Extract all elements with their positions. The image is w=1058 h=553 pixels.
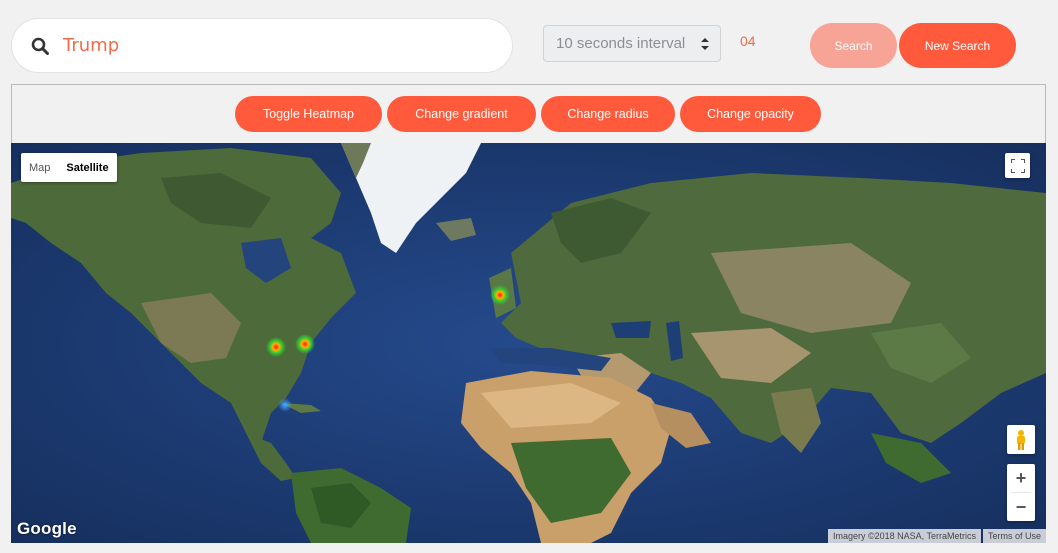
imagery-credit: Imagery ©2018 NASA, TerraMetrics: [827, 529, 981, 543]
map-type-satellite-button[interactable]: Satellite: [58, 153, 116, 182]
zoom-out-button[interactable]: −: [1007, 493, 1035, 521]
map-type-map-button[interactable]: Map: [21, 153, 58, 182]
satellite-imagery: [11, 143, 1046, 543]
street-view-pegman[interactable]: [1007, 425, 1035, 454]
countdown-counter: 04: [740, 33, 756, 49]
interval-select-value: 10 seconds interval: [556, 35, 686, 52]
search-input[interactable]: [63, 30, 463, 61]
change-opacity-button[interactable]: Change opacity: [680, 96, 821, 132]
search-box[interactable]: [11, 18, 513, 73]
heat-point-uk: [490, 285, 510, 305]
pegman-icon: [1017, 429, 1025, 450]
fullscreen-button[interactable]: [1005, 153, 1030, 178]
zoom-control: + −: [1007, 464, 1035, 521]
toggle-heatmap-button[interactable]: Toggle Heatmap: [235, 96, 382, 132]
search-icon: [31, 37, 49, 55]
heat-point-us-east: [295, 334, 315, 354]
google-logo: Google: [17, 519, 77, 538]
world-map[interactable]: Map Satellite + − Google Imagery ©2018 N…: [11, 143, 1046, 543]
map-type-control: Map Satellite: [21, 153, 117, 182]
select-caret-icon: [701, 38, 709, 50]
new-search-button[interactable]: New Search: [899, 23, 1016, 68]
heatmap-toolbar: Toggle Heatmap Change gradient Change ra…: [11, 84, 1046, 143]
zoom-in-button[interactable]: +: [1007, 464, 1035, 492]
change-radius-button[interactable]: Change radius: [541, 96, 675, 132]
map-attribution: Imagery ©2018 NASA, TerraMetrics Terms o…: [827, 529, 1046, 543]
terms-link[interactable]: Terms of Use: [982, 529, 1046, 543]
heat-point-caribbean: [278, 398, 292, 412]
top-bar: 10 seconds interval 04 Search New Search: [0, 0, 1058, 84]
heat-point-us-midwest: [266, 337, 286, 357]
change-gradient-button[interactable]: Change gradient: [387, 96, 536, 132]
fullscreen-icon: [1010, 158, 1025, 173]
interval-select[interactable]: 10 seconds interval: [543, 25, 721, 62]
search-button[interactable]: Search: [810, 23, 897, 68]
